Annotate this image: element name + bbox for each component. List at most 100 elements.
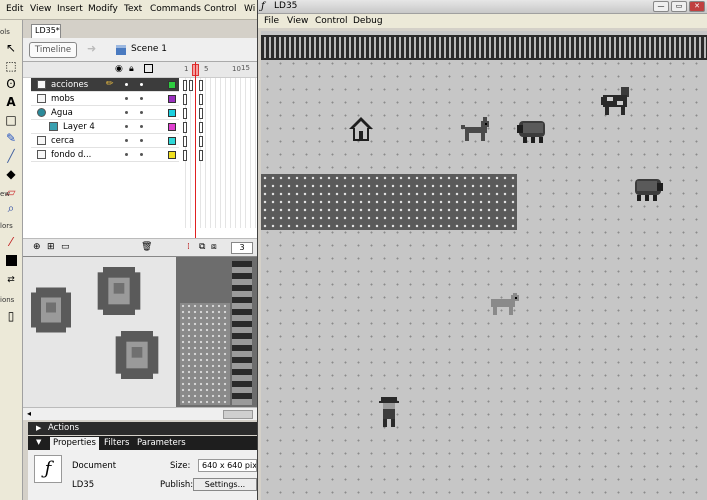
- current-frame-field[interactable]: 3: [231, 242, 253, 254]
- keyframe[interactable]: [183, 108, 187, 119]
- lock-dot[interactable]: [140, 125, 143, 128]
- visible-dot[interactable]: [125, 139, 128, 142]
- cow-sprite[interactable]: [601, 87, 631, 117]
- visible-dot[interactable]: [125, 153, 128, 156]
- center-frame-icon[interactable]: ⁞: [187, 242, 190, 252]
- menu-commands[interactable]: Commands: [150, 4, 201, 14]
- maximize-button[interactable]: ▭: [671, 1, 687, 12]
- keyframe[interactable]: [183, 80, 187, 91]
- lock-icon[interactable]: 🔒︎: [129, 64, 134, 74]
- keyframe[interactable]: [183, 136, 187, 147]
- size-button[interactable]: 640 x 640 pixels: [198, 459, 257, 472]
- frame-grid[interactable]: [181, 78, 257, 228]
- horizontal-scrollbar[interactable]: ◂: [23, 407, 257, 420]
- brush-icon[interactable]: ╱: [3, 148, 19, 164]
- paint-bucket-icon[interactable]: ◆: [3, 166, 19, 182]
- player-menu-file[interactable]: File: [264, 16, 279, 26]
- lock-dot[interactable]: [140, 97, 143, 100]
- menu-modify[interactable]: Modify: [88, 4, 118, 14]
- player-titlebar[interactable]: ƒ LD35 — ▭ ✕: [258, 0, 707, 14]
- lock-dot[interactable]: [140, 153, 143, 156]
- keyframe[interactable]: [199, 122, 203, 133]
- tile-sprite[interactable]: [115, 331, 159, 379]
- timeline-button[interactable]: Timeline: [29, 42, 77, 58]
- onion-outline-icon[interactable]: ⧈: [211, 242, 217, 252]
- sheep-sprite[interactable]: [517, 119, 549, 145]
- visible-dot[interactable]: [125, 97, 128, 100]
- pencil-icon[interactable]: ✎: [3, 130, 19, 146]
- wolf-sprite[interactable]: [461, 115, 491, 143]
- swap-colors-icon[interactable]: ⇄: [3, 272, 19, 288]
- menu-control[interactable]: Control: [204, 4, 237, 14]
- delete-layer-icon[interactable]: 🗑︎: [141, 242, 152, 252]
- outline-icon[interactable]: [144, 64, 153, 73]
- onion-skin-icon[interactable]: ⧉: [199, 242, 205, 252]
- player-menu-debug[interactable]: Debug: [353, 16, 383, 26]
- lock-dot[interactable]: [140, 111, 143, 114]
- layer-row-cerca[interactable]: cerca: [31, 134, 179, 148]
- tab-parameters[interactable]: Parameters: [137, 438, 186, 448]
- minimize-button[interactable]: —: [653, 1, 669, 12]
- keyframe[interactable]: [199, 80, 203, 91]
- player-sprite[interactable]: [379, 397, 399, 429]
- wolf-sprite[interactable]: [489, 291, 521, 317]
- layer-row-mobs[interactable]: mobs: [31, 92, 179, 106]
- fence-border: [261, 35, 707, 60]
- visible-dot[interactable]: [125, 111, 128, 114]
- menu-edit[interactable]: Edit: [6, 4, 23, 14]
- player-menu-control[interactable]: Control: [315, 16, 348, 26]
- keyframe[interactable]: [183, 122, 187, 133]
- document-tab[interactable]: LD35*: [31, 24, 61, 38]
- menu-insert[interactable]: Insert: [57, 4, 83, 14]
- zoom-icon[interactable]: ⌕: [3, 200, 19, 216]
- tab-properties[interactable]: Properties: [50, 437, 99, 450]
- arrow-icon[interactable]: ↖: [3, 40, 19, 56]
- rectangle-icon[interactable]: □: [3, 112, 19, 128]
- doc-name: LD35: [72, 480, 95, 490]
- fill-color-icon[interactable]: [3, 252, 19, 268]
- keyframe[interactable]: [183, 94, 187, 105]
- keyframe[interactable]: [199, 136, 203, 147]
- settings-button[interactable]: Settings...: [193, 478, 257, 491]
- keyframe[interactable]: [189, 80, 193, 91]
- tile-sprite[interactable]: [31, 287, 71, 333]
- keyframe[interactable]: [199, 108, 203, 119]
- add-folder-icon[interactable]: ▭: [61, 242, 70, 252]
- close-button[interactable]: ✕: [689, 1, 705, 12]
- stroke-color-icon[interactable]: ⁄: [3, 234, 19, 250]
- document-tabs: LD35*: [23, 20, 257, 38]
- lock-dot[interactable]: [140, 139, 143, 142]
- text-tool-icon[interactable]: A: [3, 94, 19, 110]
- house-icon[interactable]: [347, 115, 375, 143]
- visible-dot[interactable]: [125, 83, 128, 86]
- tab-filters[interactable]: Filters: [104, 438, 129, 448]
- back-arrow-icon[interactable]: ➜: [87, 42, 96, 55]
- tile-sprite[interactable]: [97, 267, 141, 315]
- player-menu-view[interactable]: View: [287, 16, 308, 26]
- menu-text[interactable]: Text: [124, 4, 142, 14]
- eye-icon[interactable]: ◉: [115, 64, 123, 74]
- menu-view[interactable]: View: [30, 4, 51, 14]
- actions-panel-header[interactable]: ▶ Actions: [28, 422, 257, 435]
- scroll-thumb[interactable]: [223, 410, 253, 419]
- lock-dot[interactable]: [140, 83, 143, 86]
- sheep-sprite[interactable]: [631, 177, 663, 203]
- layer-row-layer4[interactable]: Layer 4: [31, 120, 179, 134]
- menu-window[interactable]: Wi: [244, 4, 255, 14]
- lasso-icon[interactable]: ʘ: [3, 76, 19, 92]
- layer-row-agua[interactable]: Agua: [31, 106, 179, 120]
- visible-dot[interactable]: [125, 125, 128, 128]
- add-layer-icon[interactable]: ⊕: [33, 242, 41, 252]
- snap-icon[interactable]: ▯: [3, 308, 19, 324]
- subselect-icon[interactable]: ⬚: [3, 58, 19, 74]
- tileset-preview[interactable]: [176, 257, 257, 409]
- scroll-left-icon[interactable]: ◂: [27, 409, 31, 418]
- keyframe[interactable]: [199, 150, 203, 161]
- layer-row-fondo[interactable]: fondo d...: [31, 148, 179, 162]
- keyframe[interactable]: [199, 94, 203, 105]
- layer-row-acciones[interactable]: acciones ✏: [31, 78, 179, 92]
- game-canvas[interactable]: [261, 31, 707, 500]
- keyframe[interactable]: [183, 150, 187, 161]
- add-guide-icon[interactable]: ⊞: [47, 242, 55, 252]
- collapse-icon[interactable]: ▼: [36, 438, 41, 446]
